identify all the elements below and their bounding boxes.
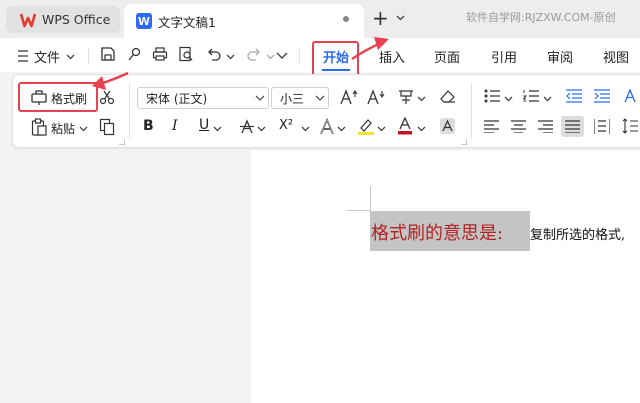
annotation-arrows [92,37,389,90]
arrow-head-icon [92,76,106,90]
arrow-head-icon [374,37,389,50]
